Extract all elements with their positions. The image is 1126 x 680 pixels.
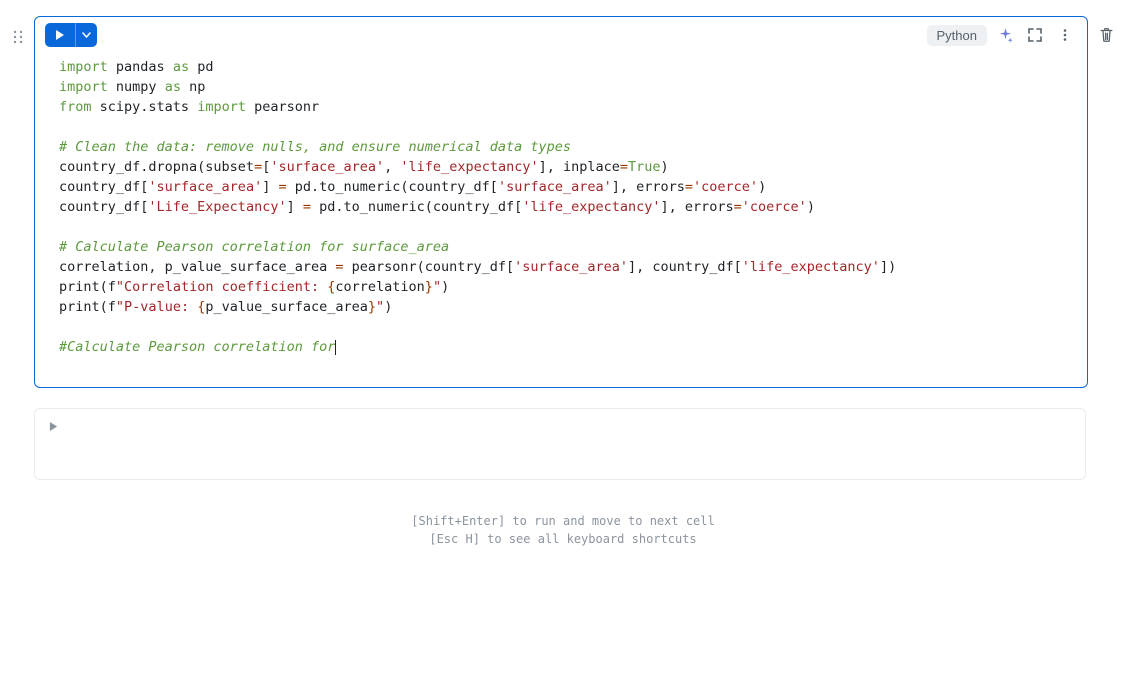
sparkle-icon [998, 28, 1013, 43]
code-token: = [734, 199, 742, 215]
code-token: ], country_df[ [628, 259, 742, 275]
drag-handle-icon[interactable] [10, 30, 26, 44]
code-token: True [628, 159, 661, 175]
code-token: pd.to_numeric(country_df[ [287, 179, 498, 195]
code-token: ) [758, 179, 766, 195]
code-token: correlation, p_value_surface_area [59, 259, 335, 275]
language-badge[interactable]: Python [927, 25, 987, 46]
code-token: ] [262, 179, 278, 195]
code-token: 'surface_area' [498, 179, 612, 195]
code-token: as [165, 79, 181, 95]
chevron-down-icon [82, 32, 91, 38]
code-token: country_df[ [59, 199, 148, 215]
code-token: pd [197, 59, 213, 75]
expand-button[interactable] [1023, 23, 1047, 47]
code-token: print( [59, 279, 108, 295]
code-token: = [303, 199, 311, 215]
code-token: ) [807, 199, 815, 215]
code-token: "Correlation coefficient: [116, 279, 327, 295]
code-token: from [59, 99, 92, 115]
code-token: " [433, 279, 441, 295]
code-token: 'life_expectancy' [742, 259, 880, 275]
code-token: 'coerce' [693, 179, 758, 195]
code-token: ) [661, 159, 669, 175]
empty-cell-run[interactable] [49, 421, 1071, 434]
code-token: 'life_expectancy' [400, 159, 538, 175]
hint-line: [Esc H] to see all keyboard shortcuts [10, 530, 1116, 548]
delete-cell-button[interactable] [1096, 27, 1116, 43]
code-token: 'Life_Expectancy' [148, 199, 286, 215]
code-token: correlation [335, 279, 424, 295]
active-cell-row: Python import pandas as pd import numpy … [10, 16, 1116, 388]
code-editor[interactable]: import pandas as pd import numpy as np f… [35, 47, 1087, 387]
code-token: numpy [116, 79, 157, 95]
more-vertical-icon [1058, 28, 1072, 42]
hint-line: [Shift+Enter] to run and move to next ce… [10, 512, 1116, 530]
code-token: f [108, 279, 116, 295]
code-token: 'surface_area' [270, 159, 384, 175]
more-options-button[interactable] [1053, 23, 1077, 47]
code-comment: # Clean the data: remove nulls, and ensu… [59, 139, 571, 155]
run-dropdown-button[interactable] [75, 23, 97, 47]
code-token: } [368, 299, 376, 315]
code-token: "P-value: [116, 299, 197, 315]
expand-icon [1028, 28, 1042, 42]
code-token: ) [441, 279, 449, 295]
code-token: , [384, 159, 400, 175]
code-token: import [59, 79, 108, 95]
code-token: = [620, 159, 628, 175]
code-cell[interactable]: Python import pandas as pd import numpy … [34, 16, 1088, 388]
cell-toolbar: Python [35, 17, 1087, 47]
code-token: ) [384, 299, 392, 315]
code-token: pd.to_numeric(country_df[ [311, 199, 522, 215]
code-token: " [376, 299, 384, 315]
code-token: 'life_expectancy' [522, 199, 660, 215]
code-token: print( [59, 299, 108, 315]
trash-icon [1099, 27, 1114, 43]
play-icon [55, 30, 65, 40]
code-token: 'coerce' [742, 199, 807, 215]
code-token: 'surface_area' [148, 179, 262, 195]
code-token: f [108, 299, 116, 315]
code-token: ] [287, 199, 303, 215]
code-token: ], inplace [539, 159, 620, 175]
text-cursor [335, 340, 336, 355]
run-button[interactable] [45, 23, 75, 47]
code-token: pearsonr [254, 99, 319, 115]
code-comment: # Calculate Pearson correlation for surf… [59, 239, 449, 255]
code-token: pearsonr(country_df[ [343, 259, 514, 275]
empty-cell[interactable] [34, 408, 1086, 480]
code-token: p_value_surface_area [205, 299, 368, 315]
code-comment: #Calculate Pearson correlation for [59, 339, 335, 355]
code-token: 'surface_area' [514, 259, 628, 275]
code-token: pandas [116, 59, 165, 75]
code-token: np [189, 79, 205, 95]
code-token: country_df.dropna(subset [59, 159, 254, 175]
code-token: } [425, 279, 433, 295]
code-token: country_df[ [59, 179, 148, 195]
code-token: as [173, 59, 189, 75]
code-token: import [59, 59, 108, 75]
code-token: import [197, 99, 246, 115]
code-token: = [254, 159, 262, 175]
run-button-group [45, 23, 97, 47]
code-token: = [685, 179, 693, 195]
code-token: ], errors [612, 179, 685, 195]
keyboard-hints: [Shift+Enter] to run and move to next ce… [10, 512, 1116, 548]
ai-assist-button[interactable] [993, 23, 1017, 47]
play-icon [49, 422, 58, 431]
code-token: ]) [880, 259, 896, 275]
code-token: = [278, 179, 286, 195]
code-token: scipy.stats [100, 99, 189, 115]
code-token: ], errors [660, 199, 733, 215]
